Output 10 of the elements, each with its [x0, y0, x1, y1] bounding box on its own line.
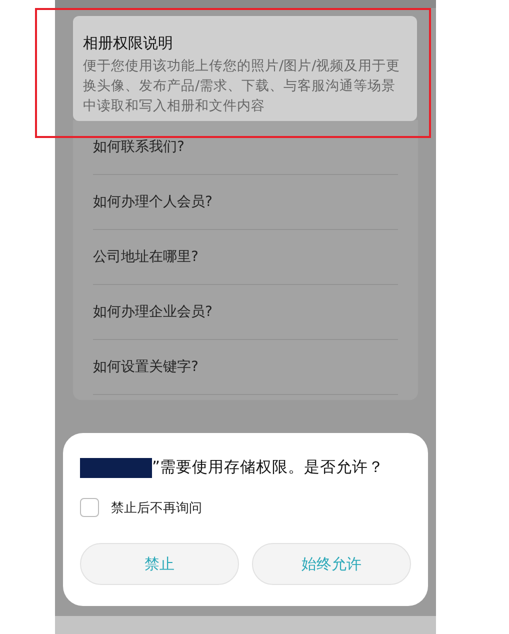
dialog-message: ”需要使用存储权限。是否允许？	[152, 457, 384, 478]
redaction-bar	[80, 458, 152, 478]
notice-text: 便于您使用该功能上传您的照片/图片/视频及用于更换头像、发布产品/需求、下载、与客服沟通等场景中读取和写入相册和文件内容	[83, 57, 402, 116]
checkbox-label: 禁止后不再询问	[111, 500, 202, 516]
faq-item[interactable]: 如何办理企业会员?	[93, 285, 398, 340]
notice-title: 相册权限说明	[83, 34, 174, 52]
faq-item[interactable]: 如何设置关键字?	[93, 340, 398, 395]
faq-item[interactable]: 公司地址在哪里?	[93, 230, 398, 285]
checkbox[interactable]	[80, 498, 99, 517]
faq-item[interactable]: 如何办理个人会员?	[93, 175, 398, 230]
